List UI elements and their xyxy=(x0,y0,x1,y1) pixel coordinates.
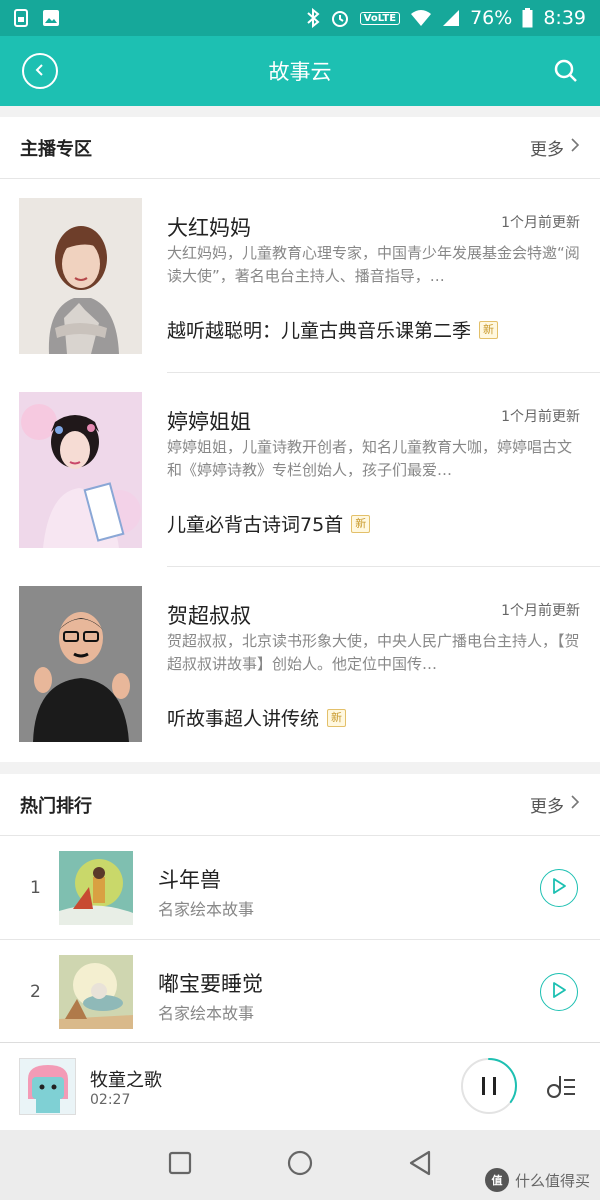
anchor-name: 婷婷姐姐 xyxy=(167,410,251,434)
circle-icon xyxy=(287,1150,313,1180)
wifi-icon xyxy=(410,9,432,27)
story-cover xyxy=(59,955,133,1029)
new-badge: 新 xyxy=(479,320,499,339)
volte-badge: VoLTE xyxy=(359,11,401,25)
battery-icon xyxy=(522,8,533,28)
search-button[interactable] xyxy=(552,57,580,85)
system-nav-bar: 值 什么值得买 xyxy=(0,1130,600,1200)
anchor-name: 大红妈妈 xyxy=(167,216,251,240)
more-label: 更多 xyxy=(530,797,564,817)
page-title: 故事云 xyxy=(268,60,332,84)
now-playing-cover xyxy=(19,1058,76,1115)
album-title: 儿童必背古诗词75首 xyxy=(167,514,344,536)
update-time: 1个月前更新 xyxy=(501,603,580,619)
anchor-photo xyxy=(19,198,142,354)
ranking-row[interactable]: 1 斗年兽 名家绘本故事 xyxy=(0,836,600,940)
anchor-item[interactable]: 大红妈妈 1个月前更新 大红妈妈，儿童教育心理专家，中国青少年发展基金会特邀“阅… xyxy=(0,179,600,373)
new-badge: 新 xyxy=(327,708,347,727)
chevron-right-icon xyxy=(570,137,580,158)
story-title: 嘟宝要睡觉 xyxy=(158,972,263,996)
signal-icon xyxy=(442,9,460,27)
album-link[interactable]: 儿童必背古诗词75首 新 xyxy=(167,510,371,537)
album-link[interactable]: 越听越聪明：儿童古典音乐课第二季 新 xyxy=(167,316,499,343)
play-icon xyxy=(552,982,566,1002)
anchor-photo xyxy=(19,586,142,742)
pause-button[interactable] xyxy=(460,1057,518,1115)
search-icon xyxy=(552,59,580,89)
watermark-text: 什么值得买 xyxy=(514,1171,590,1190)
bluetooth-icon xyxy=(306,8,320,28)
story-title: 斗年兽 xyxy=(158,868,221,892)
anchors-more-link[interactable]: 更多 xyxy=(530,135,580,160)
story-category: 名家绘本故事 xyxy=(158,1004,255,1023)
triangle-back-icon xyxy=(408,1150,432,1180)
chevron-left-icon xyxy=(33,62,47,81)
album-link[interactable]: 听故事超人讲传统 新 xyxy=(167,704,347,731)
app-header: 故事云 xyxy=(0,36,600,106)
section-title: 热门排行 xyxy=(20,795,92,817)
album-title: 越听越聪明：儿童古典音乐课第二季 xyxy=(167,320,472,342)
album-title: 听故事超人讲传统 xyxy=(167,708,320,730)
story-category: 名家绘本故事 xyxy=(158,900,255,919)
play-icon xyxy=(552,878,566,898)
alarm-icon xyxy=(330,8,350,28)
status-bar: VoLTE 76% 8:39 xyxy=(0,0,600,36)
anchor-description: 贺超叔叔，北京读书形象大使，中央人民广播电台主持人，【贺超叔叔讲故事】创始人。他… xyxy=(167,632,580,673)
more-label: 更多 xyxy=(530,140,564,160)
anchor-item[interactable]: 婷婷姐姐 1个月前更新 婷婷姐姐，儿童诗教开创者，知名儿童教育大咖，婷婷唱古文和… xyxy=(0,373,600,567)
anchor-photo xyxy=(19,392,142,548)
square-icon xyxy=(168,1151,192,1179)
anchor-description: 婷婷姐姐，儿童诗教开创者，知名儿童教育大咖，婷婷唱古文和《婷婷诗教》专栏创始人，… xyxy=(167,438,573,479)
anchors-section: 主播专区 更多 大红妈妈 1个月前更新 大红妈妈，儿童教育心理专家，中国青少年发… xyxy=(0,117,600,762)
story-cover xyxy=(59,851,133,925)
now-playing-time: 02:27 xyxy=(90,1092,131,1108)
back-nav-button[interactable] xyxy=(405,1150,435,1180)
playlist-icon xyxy=(546,1076,576,1104)
recent-apps-button[interactable] xyxy=(165,1150,195,1180)
playlist-button[interactable] xyxy=(546,1074,576,1100)
progress-ring xyxy=(461,1058,517,1114)
play-button[interactable] xyxy=(540,869,578,907)
now-playing-title: 牧童之歌 xyxy=(90,1070,162,1091)
watermark: 值 什么值得买 xyxy=(484,1168,590,1192)
anchors-section-header: 主播专区 更多 xyxy=(0,117,600,179)
new-badge: 新 xyxy=(351,514,371,533)
rank-number: 2 xyxy=(30,982,41,1002)
home-button[interactable] xyxy=(285,1150,315,1180)
anchor-name: 贺超叔叔 xyxy=(167,604,251,628)
anchor-item[interactable]: 贺超叔叔 1个月前更新 贺超叔叔，北京读书形象大使，中央人民广播电台主持人，【贺… xyxy=(0,567,600,761)
image-icon xyxy=(42,9,60,27)
ranking-row[interactable]: 2 嘟宝要睡觉 名家绘本故事 xyxy=(0,940,600,1044)
back-button[interactable] xyxy=(22,53,58,89)
section-title: 主播专区 xyxy=(20,138,92,160)
ranking-section: 热门排行 更多 1 斗年兽 名家绘本故事 2 嘟宝要睡觉 名家绘本故事 xyxy=(0,774,600,1042)
watermark-logo: 值 xyxy=(484,1168,509,1192)
rank-number: 1 xyxy=(30,878,41,898)
update-time: 1个月前更新 xyxy=(501,409,580,425)
play-button[interactable] xyxy=(540,973,578,1011)
sim-card-icon xyxy=(14,9,28,27)
ranking-section-header: 热门排行 更多 xyxy=(0,774,600,836)
clock-time: 8:39 xyxy=(543,7,586,29)
anchor-description: 大红妈妈，儿童教育心理专家，中国青少年发展基金会特邀“阅读大使”，著名电台主持人… xyxy=(167,244,580,285)
ranking-more-link[interactable]: 更多 xyxy=(530,792,580,817)
battery-level: 76% xyxy=(470,7,513,29)
update-time: 1个月前更新 xyxy=(501,215,580,231)
chevron-right-icon xyxy=(570,794,580,815)
mini-player[interactable]: 牧童之歌 02:27 xyxy=(0,1042,600,1130)
